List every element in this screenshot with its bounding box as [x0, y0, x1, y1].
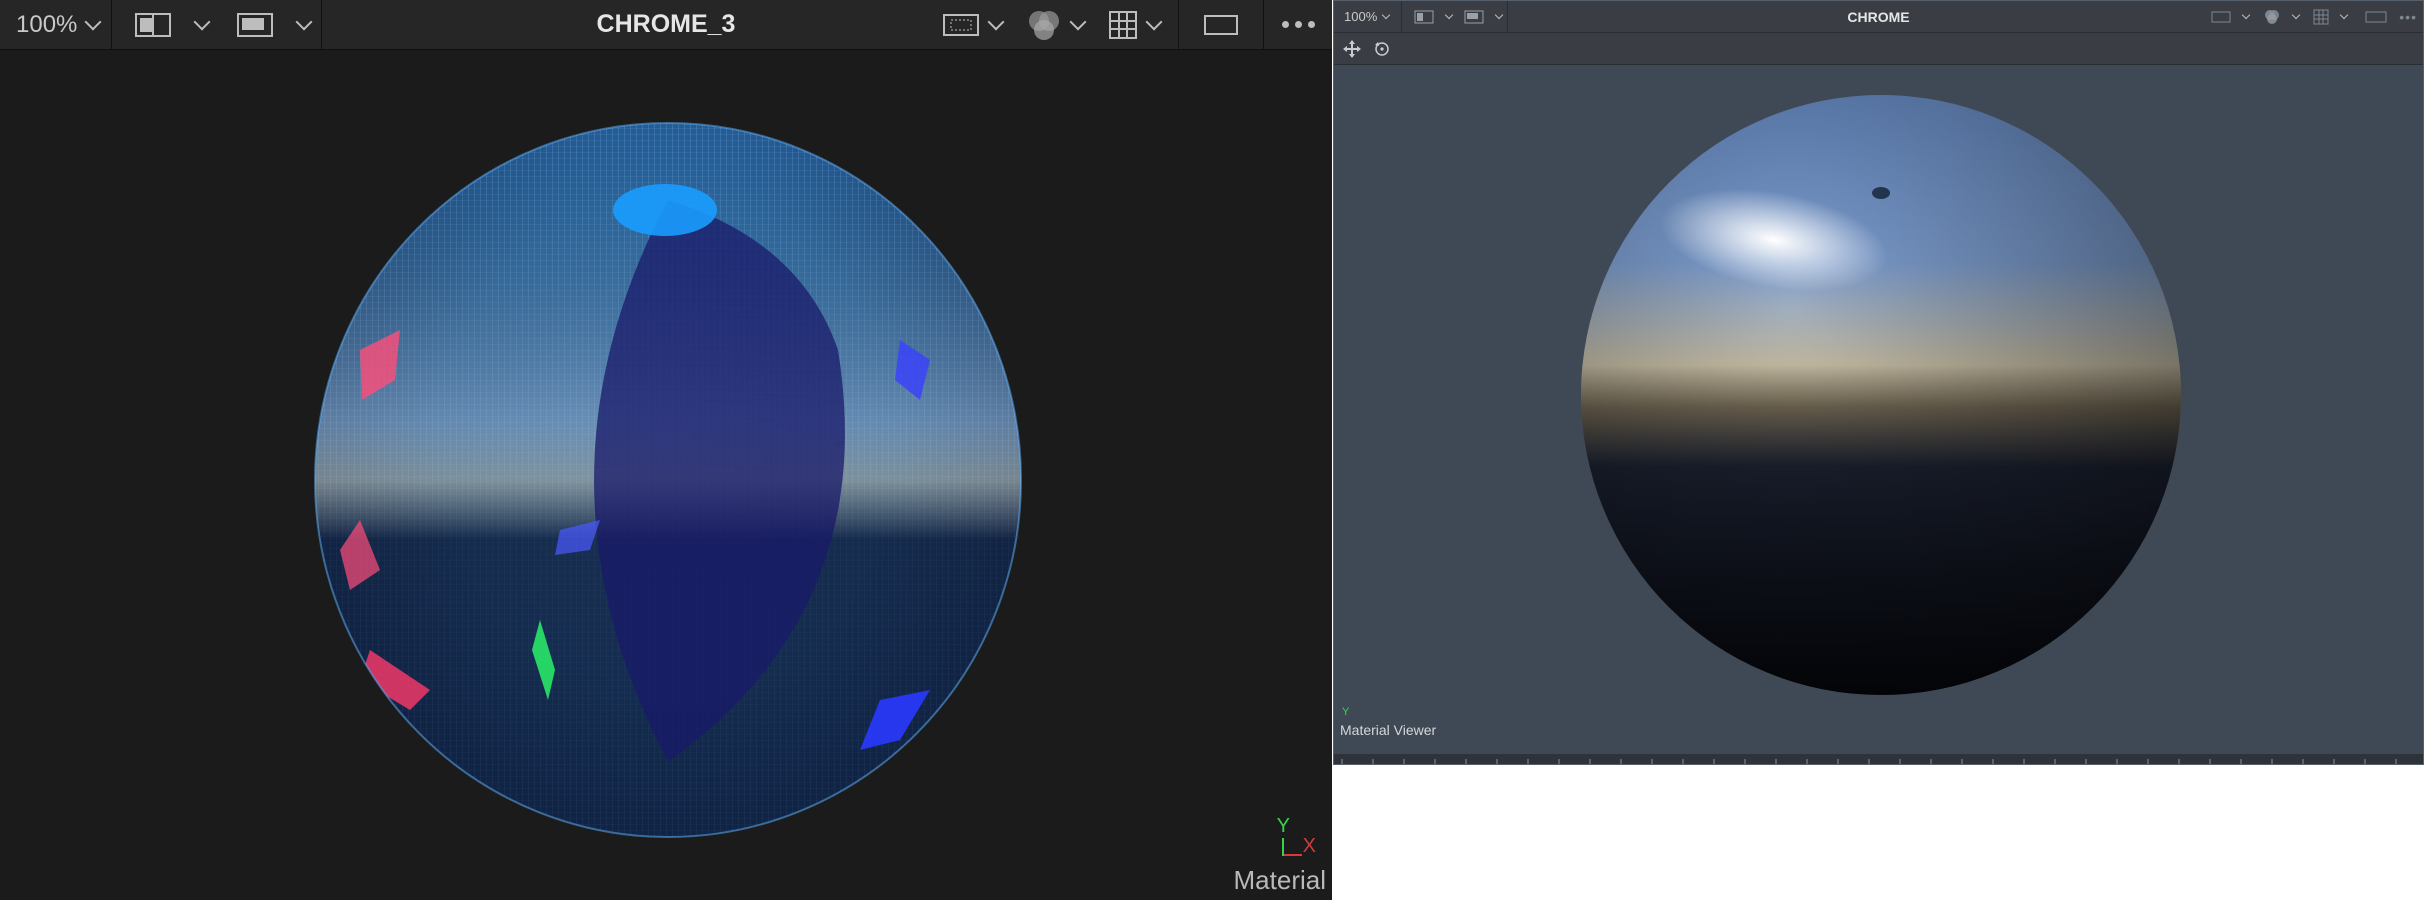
more-icon[interactable]	[1264, 21, 1332, 28]
single-view-icon[interactable]	[1464, 10, 1484, 24]
chevron-down-icon[interactable]	[2292, 10, 2301, 20]
move-icon[interactable]	[1342, 39, 1362, 59]
zoom-value: 100%	[16, 10, 78, 38]
chevron-down-icon[interactable]	[193, 13, 211, 30]
view-mode-group	[1402, 1, 1508, 32]
zoom-dropdown[interactable]: 100%	[0, 0, 112, 49]
frame-icon	[1204, 14, 1238, 35]
grid-icon[interactable]	[2313, 9, 2329, 25]
zoom-value: 100%	[1344, 9, 1378, 24]
zoom-dropdown[interactable]: 100%	[1334, 1, 1402, 32]
color-channels-icon[interactable]	[2263, 8, 2281, 26]
chevron-down-icon[interactable]	[1444, 10, 1454, 20]
roi-icon[interactable]	[942, 11, 980, 39]
chevron-down-icon[interactable]	[987, 13, 1005, 30]
rotate-icon[interactable]	[1372, 39, 1392, 59]
ruler-ticks	[1341, 759, 2397, 764]
viewer-right-tools: •••	[2211, 1, 2423, 32]
viewer-overlay-label: Material	[1233, 865, 1326, 895]
viewer-toolbar: 100% CHROME_3	[0, 0, 1332, 50]
chevron-down-icon[interactable]	[295, 13, 313, 30]
material-sphere-render	[1581, 95, 2181, 695]
viewer-right-tools	[942, 0, 1332, 49]
axis-x-label: X	[1302, 835, 1316, 857]
chevron-down-icon	[1382, 10, 1391, 20]
frame-icon[interactable]	[2365, 10, 2387, 24]
viewer-right[interactable]: 100% CHROME ••• Y Material Viewer	[1333, 0, 2424, 765]
viewer-canvas[interactable]: Y X Material	[0, 50, 1332, 900]
viewer-canvas[interactable]: Y Material Viewer	[1334, 65, 2423, 754]
chevron-down-icon[interactable]	[2242, 10, 2251, 20]
axis-y-label: Y	[1342, 706, 1350, 718]
split-view-icon[interactable]	[134, 11, 172, 39]
more-icon[interactable]: •••	[2399, 9, 2417, 25]
single-view-icon[interactable]	[236, 11, 274, 39]
split-view-icon[interactable]	[1414, 10, 1434, 24]
viewer-overlay-label: Material Viewer	[1340, 722, 1437, 738]
chevron-down-icon	[84, 13, 102, 30]
chevron-down-icon[interactable]	[1494, 10, 1504, 20]
timeline-ruler[interactable]	[1334, 754, 2423, 764]
chevron-down-icon[interactable]	[1069, 13, 1087, 30]
roi-icon[interactable]	[2211, 10, 2231, 24]
view-mode-group	[112, 0, 322, 49]
frame-toggle[interactable]	[1178, 0, 1264, 49]
viewer-toolbar: 100% CHROME •••	[1334, 1, 2423, 33]
axis-y-label: Y	[1276, 815, 1290, 837]
axis-gizmo: Y	[1342, 702, 1349, 720]
viewer-subtoolbar	[1334, 33, 2423, 65]
chrome-sphere-render	[314, 122, 1022, 838]
color-channels-icon[interactable]	[1026, 7, 1062, 43]
grid-icon[interactable]	[1108, 10, 1138, 40]
chevron-down-icon[interactable]	[2340, 10, 2349, 20]
viewer-left[interactable]: 100% CHROME_3 Y X Material	[0, 0, 1332, 900]
chevron-down-icon[interactable]	[1145, 13, 1163, 30]
